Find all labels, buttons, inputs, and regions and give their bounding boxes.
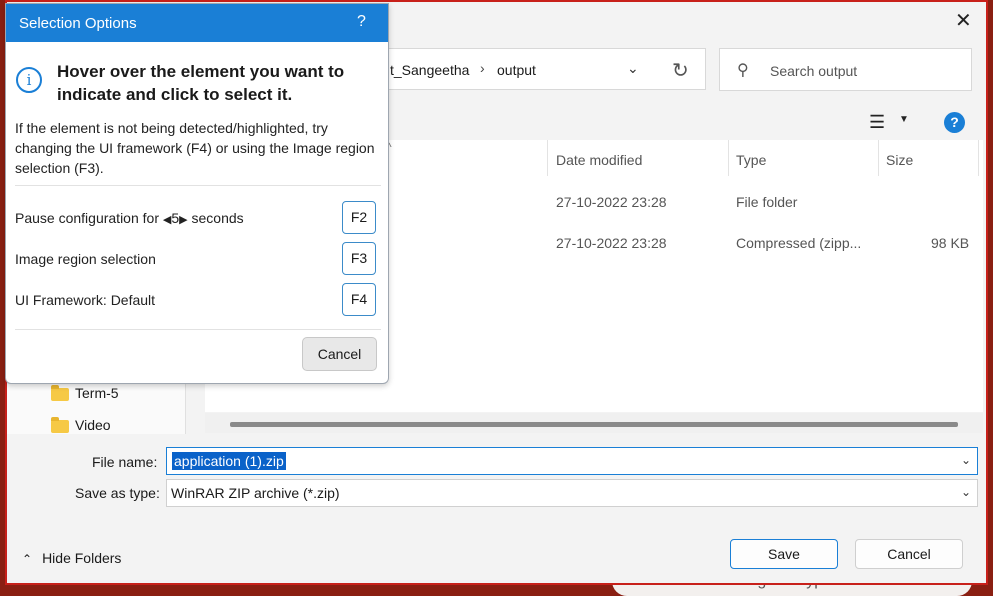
folder-icon <box>51 385 69 401</box>
ui-framework-key-button[interactable]: F4 <box>342 283 376 316</box>
info-icon: i <box>16 67 42 93</box>
tree-item-term-5[interactable]: Term-5 <box>75 385 119 401</box>
help-icon[interactable]: ? <box>357 13 366 31</box>
cancel-button[interactable]: Cancel <box>855 539 963 569</box>
file-row-date[interactable]: 27-10-2022 23:28 <box>556 235 667 251</box>
column-header-type[interactable]: Type <box>736 152 766 168</box>
hide-folders-label: Hide Folders <box>42 550 122 566</box>
pause-suffix: seconds <box>191 210 244 226</box>
ui-framework-value: Default <box>110 292 156 308</box>
save-as-type-label: Save as type: <box>75 485 160 501</box>
folder-icon <box>51 417 69 433</box>
pause-configuration-row: Pause configuration for ◀5▶ seconds <box>15 210 244 226</box>
panel-title: Selection Options <box>19 15 137 32</box>
breadcrumb-current[interactable]: output <box>497 62 536 78</box>
column-header-size[interactable]: Size <box>886 152 913 168</box>
refresh-icon[interactable]: ↻ <box>672 58 689 83</box>
pause-prefix: Pause configuration for <box>15 210 159 226</box>
file-row-type[interactable]: Compressed (zipp... <box>736 235 861 251</box>
file-name-input[interactable] <box>166 447 978 475</box>
chevron-down-icon[interactable]: ⌄ <box>961 453 971 467</box>
chevron-down-icon[interactable]: ⌄ <box>961 485 971 499</box>
column-divider <box>878 140 879 176</box>
close-icon[interactable]: ✕ <box>955 8 972 33</box>
selection-options-panel: Selection Options ? i Hover over the ele… <box>5 3 389 384</box>
file-row-date[interactable]: 27-10-2022 23:28 <box>556 194 667 210</box>
ui-framework-label: UI Framework: <box>15 292 107 308</box>
file-row-size[interactable]: 98 KB <box>931 235 969 251</box>
file-name-value[interactable]: application (1).zip <box>172 452 286 470</box>
chevron-up-icon: ⌃ <box>22 552 33 566</box>
scrollbar-thumb[interactable] <box>230 422 958 427</box>
pause-key-button[interactable]: F2 <box>342 201 376 234</box>
pause-value: 5 <box>171 210 180 226</box>
image-region-key-button[interactable]: F3 <box>342 242 376 275</box>
chevron-right-icon: › <box>480 60 485 76</box>
column-divider <box>547 140 548 176</box>
column-header-date-modified[interactable]: Date modified <box>556 152 642 168</box>
search-icon: ⚲ <box>737 62 749 79</box>
breadcrumb-folder[interactable]: t_Sangeetha <box>390 62 469 78</box>
file-name-label: File name: <box>92 454 158 470</box>
image-region-label: Image region selection <box>15 251 156 267</box>
save-as-type-value[interactable]: WinRAR ZIP archive (*.zip) <box>171 485 340 501</box>
column-divider <box>728 140 729 176</box>
file-row-type[interactable]: File folder <box>736 194 797 210</box>
hide-folders-button[interactable]: ⌃ Hide Folders <box>22 550 121 566</box>
view-options-icon[interactable]: ☰ <box>869 112 885 133</box>
instruction-heading: Hover over the element you want to indic… <box>57 62 345 104</box>
column-divider <box>978 140 979 176</box>
instruction-description: If the element is not being detected/hig… <box>15 120 375 176</box>
increase-icon[interactable]: ▶ <box>179 214 187 226</box>
save-button[interactable]: Save <box>730 539 838 569</box>
cancel-selection-button[interactable]: Cancel <box>302 337 377 371</box>
search-placeholder: Search output <box>770 63 858 79</box>
chevron-down-icon[interactable]: ⌄ <box>627 60 639 77</box>
help-icon[interactable]: ? <box>944 112 965 133</box>
panel-header: Selection Options ? <box>6 4 388 42</box>
tree-item-video[interactable]: Video <box>75 417 111 433</box>
caret-down-icon[interactable]: ▼ <box>899 114 909 125</box>
divider <box>15 185 381 186</box>
ui-framework-row: UI Framework: Default <box>15 292 155 308</box>
divider <box>15 329 381 330</box>
pane-divider[interactable] <box>185 384 186 434</box>
